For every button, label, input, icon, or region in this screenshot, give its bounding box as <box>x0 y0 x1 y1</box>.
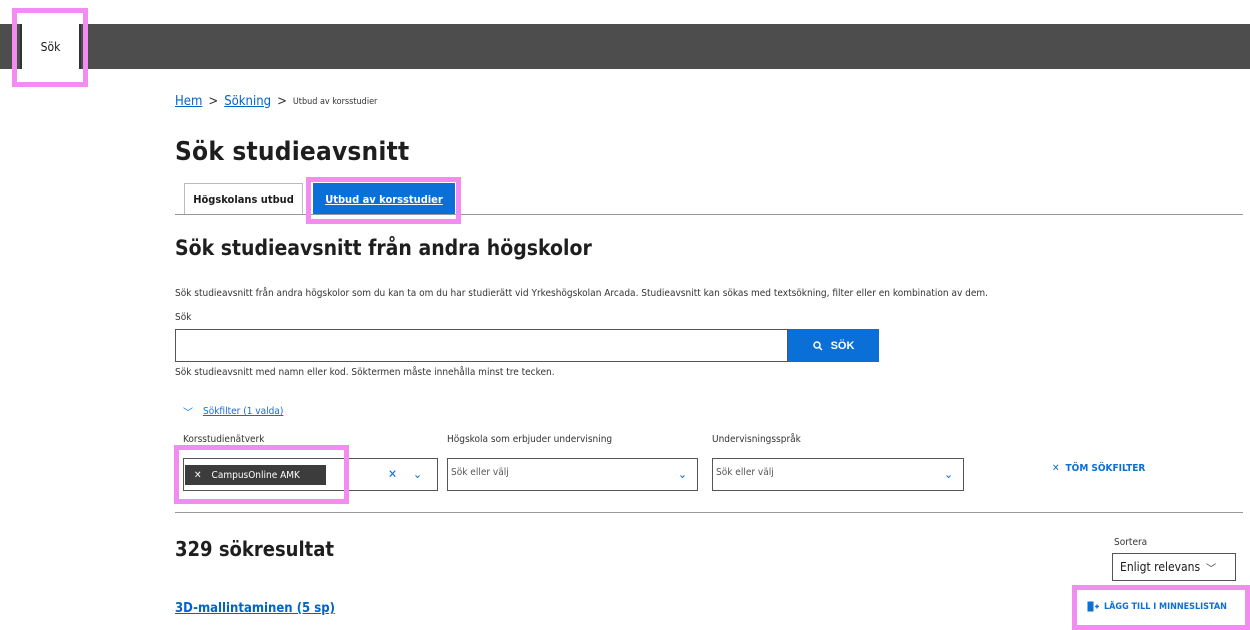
search-input[interactable] <box>175 329 788 362</box>
chevron-down-icon: ﹀ <box>183 408 193 419</box>
breadcrumb: Hem > Sökning > Utbud av korsstudier <box>175 94 377 109</box>
network-filter-label: Korsstudienätverk <box>183 434 265 445</box>
add-memo-label: LÄGG TILL I MINNESLISTAN <box>1104 601 1227 612</box>
close-icon: ✕ <box>1052 463 1060 474</box>
breadcrumb-separator: > <box>208 94 219 109</box>
filters-toggle[interactable]: ﹀ Sökfilter (1 valda) <box>183 404 283 419</box>
search-hint: Sök studieavsnitt med namn eller kod. Sö… <box>175 367 555 378</box>
memo-add-icon <box>1087 601 1099 612</box>
page-title: Sök studieavsnitt <box>175 137 410 167</box>
language-filter-placeholder: Sök eller välj <box>716 467 774 478</box>
sort-select[interactable]: Enligt relevans ﹀ <box>1112 553 1236 581</box>
section-description: Sök studieavsnitt från andra högskolor s… <box>175 288 989 299</box>
nav-tab-label: Sök <box>40 39 61 54</box>
sort-label: Sortera <box>1114 537 1148 548</box>
tab-hogskolans-utbud[interactable]: Högskolans utbud <box>184 183 303 215</box>
close-icon[interactable]: ✕ <box>194 470 202 481</box>
clear-select-icon[interactable]: ✕ <box>388 467 397 481</box>
school-filter-placeholder: Sök eller välj <box>451 467 509 478</box>
language-filter-label: Undervisningsspråk <box>712 434 801 445</box>
search-icon <box>812 340 823 351</box>
result-title-link[interactable]: 3D-mallintaminen (5 sp) <box>175 601 335 616</box>
results-count: 329 sökresultat <box>175 537 334 561</box>
section-divider <box>175 512 1243 513</box>
chevron-down-icon: ﹀ <box>1206 563 1217 575</box>
tab-utbud-av-korsstudier[interactable]: Utbud av korsstudier <box>313 183 455 215</box>
breadcrumb-separator: > <box>277 94 287 109</box>
clear-filters-button[interactable]: ✕ TÖM SÖKFILTER <box>1052 463 1145 474</box>
nav-tab-search[interactable]: Sök <box>20 24 81 69</box>
filters-toggle-label[interactable]: Sökfilter (1 valda) <box>203 406 283 417</box>
chevron-down-icon[interactable]: ⌄ <box>678 467 687 481</box>
top-nav-bar <box>0 24 1250 69</box>
section-title: Sök studieavsnitt från andra högskolor <box>175 236 592 260</box>
search-label: Sök <box>175 312 192 323</box>
chevron-down-icon[interactable]: ⌄ <box>944 467 953 481</box>
tabs-divider <box>175 214 1243 215</box>
breadcrumb-current: Utbud av korsstudier <box>292 96 378 107</box>
search-button-label: SÖK <box>830 339 855 352</box>
add-to-memo-button[interactable]: LÄGG TILL I MINNESLISTAN <box>1087 601 1227 612</box>
clear-filters-label: TÖM SÖKFILTER <box>1065 463 1146 474</box>
breadcrumb-search[interactable]: Sökning <box>224 94 271 109</box>
chevron-down-icon[interactable]: ⌄ <box>413 467 422 481</box>
breadcrumb-home[interactable]: Hem <box>175 94 202 109</box>
network-filter-chip[interactable]: ✕ CampusOnline AMK <box>185 465 326 485</box>
school-filter-label: Högskola som erbjuder undervisning <box>447 434 613 445</box>
search-button[interactable]: SÖK <box>788 329 879 362</box>
chip-label: CampusOnline AMK <box>211 469 300 481</box>
sort-value: Enligt relevans <box>1120 560 1201 574</box>
